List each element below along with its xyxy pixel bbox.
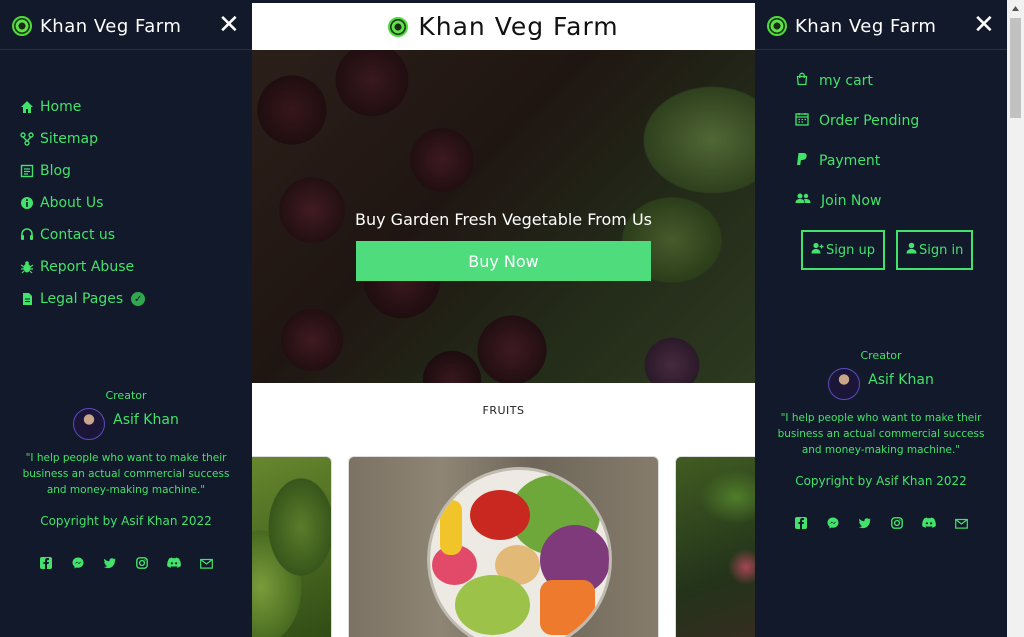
copyright-text: Copyright by Asif Khan 2022 <box>795 474 967 488</box>
creator-name: Asif Khan <box>113 412 179 428</box>
creator-label: Creator <box>105 389 147 402</box>
auth-buttons: Sign up Sign in <box>801 230 974 270</box>
sidebar-brand[interactable]: Khan Veg Farm <box>40 16 181 37</box>
sidebar-header: Khan Veg Farm <box>755 3 1007 50</box>
nav-item-blog[interactable]: Blog <box>20 155 145 187</box>
menu-item-order-pending[interactable]: Order Pending <box>795 101 919 141</box>
social-links <box>755 516 1007 530</box>
buy-now-button[interactable]: Buy Now <box>356 241 651 281</box>
instagram-icon[interactable] <box>890 516 904 530</box>
social-links <box>0 556 252 570</box>
avatar <box>828 368 861 400</box>
twitter-icon[interactable] <box>103 556 117 570</box>
mail-icon[interactable] <box>199 556 213 570</box>
logo-icon <box>767 16 787 36</box>
product-card[interactable] <box>348 456 659 637</box>
facebook-icon[interactable] <box>39 556 53 570</box>
messenger-icon[interactable] <box>826 516 840 530</box>
close-sidebar-button[interactable]: ✕ <box>973 12 995 38</box>
hero-banner: Buy Garden Fresh Vegetable From Us Buy N… <box>252 50 755 383</box>
nav-label: About Us <box>40 195 104 211</box>
sign-up-button[interactable]: Sign up <box>801 230 885 270</box>
home-icon <box>20 100 34 114</box>
nav-item-about[interactable]: About Us <box>20 187 145 219</box>
menu-label: Join Now <box>821 193 882 209</box>
paypal-icon <box>795 152 809 170</box>
hero-headline: Buy Garden Fresh Vegetable From Us <box>355 210 652 229</box>
menu-item-payment[interactable]: Payment <box>795 141 919 181</box>
nav-label: Report Abuse <box>40 259 135 275</box>
menu-item-join-now[interactable]: Join Now <box>795 181 919 221</box>
salad-bowl-image <box>427 467 612 637</box>
nav-label: Sitemap <box>40 131 98 147</box>
user-plus-icon <box>811 242 824 258</box>
discord-icon[interactable] <box>167 556 181 570</box>
users-icon <box>795 192 811 210</box>
blog-icon <box>20 164 34 178</box>
sign-up-label: Sign up <box>826 242 875 258</box>
section-title: FRUITS <box>482 404 525 417</box>
nav-menu: Home Sitemap Blog About Us Contact us Re… <box>20 91 146 315</box>
instagram-icon[interactable] <box>135 556 149 570</box>
nav-item-home[interactable]: Home <box>20 91 145 123</box>
logo-icon[interactable] <box>388 16 409 37</box>
creator-quote: "I help people who want to make their bu… <box>777 412 985 456</box>
verified-check-icon: ✓ <box>131 292 146 306</box>
headset-icon <box>20 228 34 242</box>
logo-icon <box>12 16 32 36</box>
account-menu: my cart Order Pending Payment Join Now <box>795 61 919 221</box>
creator-label: Creator <box>860 349 902 362</box>
user-icon <box>906 242 917 258</box>
messenger-icon[interactable] <box>71 556 85 570</box>
twitter-icon[interactable] <box>858 516 872 530</box>
close-sidebar-button[interactable]: ✕ <box>218 12 240 38</box>
scroll-thumb[interactable] <box>1010 18 1021 118</box>
creator-block: Creator Asif Khan "I help people who wan… <box>0 389 252 570</box>
scroll-up-arrow-icon[interactable] <box>1007 0 1024 17</box>
document-icon <box>20 292 34 306</box>
cart-icon <box>795 72 809 90</box>
creator-name: Asif Khan <box>868 372 934 388</box>
menu-label: Payment <box>819 153 881 169</box>
nav-label: Legal Pages <box>40 291 124 307</box>
site-title[interactable]: Khan Veg Farm <box>418 12 618 41</box>
mail-icon[interactable] <box>954 516 968 530</box>
discord-icon[interactable] <box>922 516 936 530</box>
nav-label: Home <box>40 99 82 115</box>
sign-in-button[interactable]: Sign in <box>895 230 974 270</box>
bug-icon <box>20 260 34 274</box>
creator-quote: "I help people who want to make their bu… <box>22 452 230 496</box>
menu-label: my cart <box>819 73 873 89</box>
sidebar-brand[interactable]: Khan Veg Farm <box>795 16 936 37</box>
sitemap-icon <box>20 132 34 146</box>
nav-label: Contact us <box>40 227 116 243</box>
sign-in-label: Sign in <box>918 242 964 258</box>
calendar-icon <box>795 112 809 130</box>
facebook-icon[interactable] <box>794 516 808 530</box>
nav-item-contact[interactable]: Contact us <box>20 219 145 251</box>
menu-item-cart[interactable]: my cart <box>795 61 919 101</box>
menu-label: Order Pending <box>819 113 920 129</box>
left-sidebar: Khan Veg Farm ✕ Home Sitemap Blog About … <box>0 3 252 637</box>
info-icon <box>20 196 34 210</box>
nav-label: Blog <box>40 163 71 179</box>
copyright-text: Copyright by Asif Khan 2022 <box>40 514 212 528</box>
nav-item-report[interactable]: Report Abuse <box>20 251 145 283</box>
creator-block: Creator Asif Khan "I help people who wan… <box>755 349 1007 530</box>
avatar <box>73 408 106 440</box>
right-sidebar: Khan Veg Farm ✕ my cart Order Pending Pa… <box>755 3 1007 637</box>
page-scrollbar[interactable] <box>1007 0 1024 637</box>
site-header: Khan Veg Farm <box>252 3 755 50</box>
creator-row: Asif Khan <box>0 408 252 440</box>
sidebar-header: Khan Veg Farm <box>0 3 252 50</box>
creator-row: Asif Khan <box>755 368 1007 400</box>
nav-item-sitemap[interactable]: Sitemap <box>20 123 145 155</box>
nav-item-legal[interactable]: Legal Pages ✓ <box>20 283 146 315</box>
